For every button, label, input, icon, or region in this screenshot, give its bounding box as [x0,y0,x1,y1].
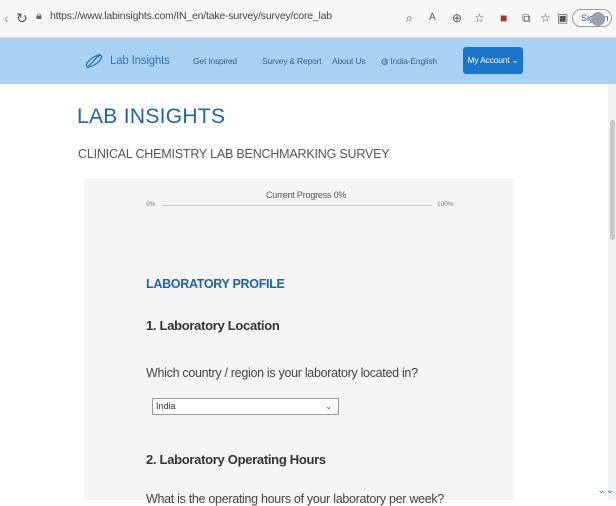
country-select[interactable]: India ⌄ [152,398,339,415]
nav-about-us[interactable]: About Us [332,56,366,66]
extensions-puzzle-icon[interactable]: ⧉ [522,10,531,26]
refresh-icon[interactable]: ↻ [16,10,28,26]
favorites-icon[interactable]: ☆ [540,10,551,26]
logo[interactable]: Lab Insights [84,51,170,71]
logo-text: Lab Insights [110,55,170,67]
chevron-down-icon: ⌄ [511,55,519,65]
section-title: LABORATORY PROFILE [146,277,285,291]
sign-in-button[interactable]: Sign in [572,9,612,27]
lock-icon: 🔒︎ [36,10,42,22]
extension-icon[interactable]: ■ [500,10,507,26]
question-1-text: Which country / region is your laborator… [146,366,418,380]
country-select-value: India [156,401,176,411]
search-icon[interactable]: ⌕ [406,10,413,26]
browser-toolbar: ‹ ↻ 🔒︎ https://www.labinsights.com/IN_en… [0,0,616,38]
globe-icon: ◍ [381,56,389,66]
nav-survey-report[interactable]: Survey & Report [262,56,322,66]
question-2-text: What is the operating hours of your labo… [146,492,444,506]
progress-label: Current Progress 0% [266,190,347,200]
avatar [591,12,605,26]
progress-track [162,205,432,206]
my-account-button[interactable]: My Account ⌄ [463,47,523,74]
lab-insights-logo-icon [85,53,103,69]
progress-max-label: 100% [437,201,454,208]
scrollbar-thumb[interactable] [610,120,615,240]
collections-icon[interactable]: ▣ [557,10,568,26]
nav-get-inspired[interactable]: Get Inspired [193,56,237,66]
question-1-title: 1. Laboratory Location [146,318,280,333]
scroll-down-icon[interactable]: ⌄⌄ [597,485,614,496]
question-2-title: 2. Laboratory Operating Hours [146,452,326,467]
page-title: LAB INSIGHTS [77,105,226,128]
page-subtitle: CLINICAL CHEMISTRY LAB BENCHMARKING SURV… [78,147,390,161]
read-aloud-icon[interactable]: A [429,10,436,26]
chevron-down-icon: ⌄ [325,402,332,411]
favorite-icon[interactable]: ☆ [474,10,485,26]
language-selector[interactable]: ◍ India-English [381,56,437,67]
address-bar[interactable]: https://www.labinsights.com/IN_en/take-s… [50,10,332,22]
progress-min-label: 0% [146,201,156,208]
site-header: Lab Insights Get Inspired Survey & Repor… [0,38,616,84]
my-account-label: My Account [467,55,510,65]
back-icon[interactable]: ‹ [4,10,9,26]
zoom-icon[interactable]: ⊕ [452,10,462,26]
language-label: India-English [390,56,437,66]
